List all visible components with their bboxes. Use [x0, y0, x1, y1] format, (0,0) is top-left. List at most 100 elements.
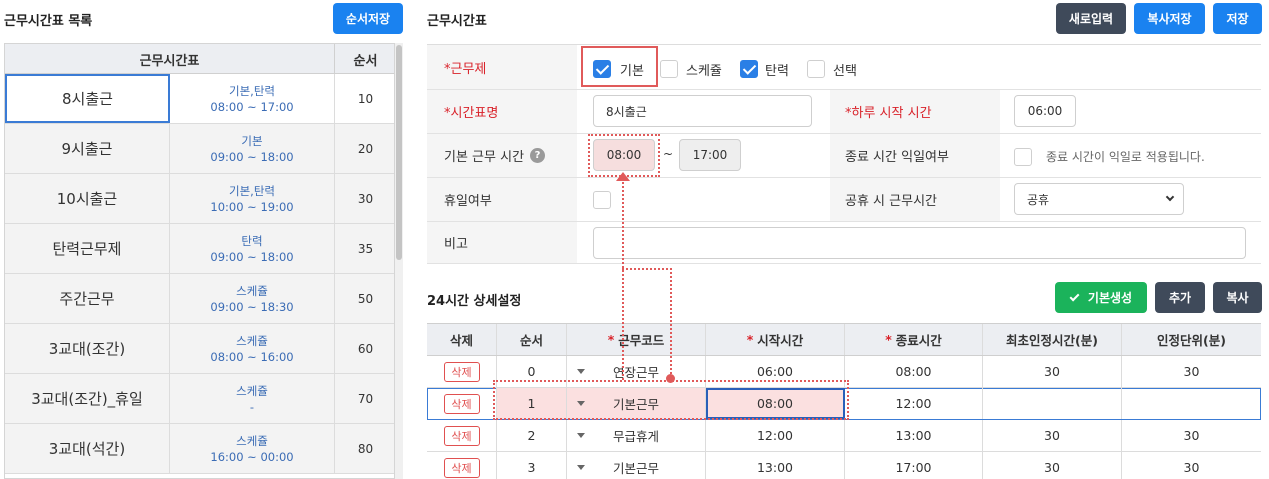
delete-row-button[interactable]: 삭제 [443, 393, 480, 414]
end-next-day-checkbox[interactable] [1014, 148, 1032, 166]
base-time-label: 기본 근무 시간 ? [427, 134, 577, 177]
cell-order[interactable]: 1 [497, 388, 567, 419]
schedule-name[interactable]: 3교대(석간) [5, 424, 170, 473]
list-scrollbar[interactable] [395, 43, 403, 479]
cell-work-code[interactable]: 무급휴게 [567, 420, 706, 451]
day-start-input[interactable]: 06:00 [1014, 95, 1076, 127]
schedule-order: 50 [357, 291, 374, 306]
cell-start-time[interactable]: 08:00 [706, 388, 845, 419]
copy-save-button[interactable]: 복사저장 [1134, 3, 1205, 34]
schedule-order: 30 [357, 191, 374, 206]
form-row-work-system: *근무제 기본 스케쥴 탄력 선택 [427, 45, 1261, 90]
cell-first-time[interactable]: 30 [983, 452, 1122, 479]
cell-start-time[interactable]: 13:00 [706, 452, 845, 479]
cell-first-time[interactable] [983, 388, 1122, 419]
cell-end-time[interactable]: 08:00 [845, 356, 983, 387]
holiday-checkbox[interactable] [593, 191, 611, 209]
detail-grid: 삭제 순서 * 근무코드 * 시작시간 * 종료시간 최초인정시간(분) 인정단위(분… [427, 323, 1261, 479]
cell-unit[interactable] [1122, 388, 1261, 419]
base-time-label-text: 기본 근무 시간 [444, 150, 525, 165]
cell-work-code[interactable]: 연장근무 [567, 356, 706, 387]
dropdown-caret-icon[interactable] [577, 433, 585, 438]
table-row[interactable]: 삭제 0 연장근무 06:00 08:00 30 30 [427, 356, 1261, 388]
schedule-name[interactable]: 3교대(조간) [5, 324, 170, 373]
table-row[interactable]: 삭제 1 기본근무 08:00 12:00 [427, 388, 1261, 420]
list-header: 근무시간표 순서 [5, 44, 394, 74]
cell-work-code[interactable]: 기본근무 [567, 388, 706, 419]
schedule-order: 70 [357, 391, 374, 406]
table-row[interactable]: 삭제 2 무급휴게 12:00 13:00 30 30 [427, 420, 1261, 452]
checkbox-schedule-label: 스케쥴 [686, 64, 722, 79]
schedule-name-input[interactable]: 8시출근 [593, 95, 812, 127]
save-order-button[interactable]: 순서저장 [333, 3, 403, 34]
checkbox-flex[interactable] [740, 60, 758, 78]
schedule-name[interactable]: 주간근무 [5, 274, 170, 323]
detail-title: 24시간 상세설정 [427, 294, 522, 309]
cell-end-time[interactable]: 12:00 [845, 388, 983, 419]
cell-unit[interactable]: 30 [1122, 420, 1261, 451]
dropdown-caret-icon[interactable] [577, 401, 585, 406]
header-delete: 삭제 [427, 324, 497, 355]
schedule-name[interactable]: 8시출근 [5, 74, 170, 123]
schedule-type: 스케쥴 [236, 433, 268, 448]
schedule-list-row[interactable]: 주간근무 스케쥴 09:00 ~ 18:30 50 [5, 274, 394, 324]
schedule-name-label-text: *시간표명 [444, 106, 499, 121]
chevron-down-icon [1165, 192, 1175, 202]
base-end-input[interactable]: 17:00 [679, 139, 741, 171]
cell-first-time[interactable]: 30 [983, 356, 1122, 387]
schedule-order: 80 [357, 441, 374, 456]
schedule-list-row[interactable]: 9시출근 기본 09:00 ~ 18:00 20 [5, 124, 394, 174]
delete-row-button[interactable]: 삭제 [443, 361, 480, 382]
checkbox-schedule[interactable] [660, 60, 678, 78]
add-row-button[interactable]: 추가 [1155, 282, 1205, 313]
schedule-name[interactable]: 탄력근무제 [5, 224, 170, 273]
cell-order[interactable]: 0 [497, 356, 567, 387]
note-input[interactable] [593, 227, 1246, 259]
schedule-info: 기본 09:00 ~ 18:00 [170, 124, 335, 173]
schedule-time: 08:00 ~ 17:00 [210, 99, 294, 114]
cell-end-time[interactable]: 17:00 [845, 452, 983, 479]
cell-end-time[interactable]: 13:00 [845, 420, 983, 451]
cell-start-time[interactable]: 12:00 [706, 420, 845, 451]
connector-line-vertical-2 [670, 268, 672, 378]
scrollbar-thumb[interactable] [396, 45, 402, 260]
generate-default-label: 기본생성 [1087, 291, 1133, 305]
cell-work-code[interactable]: 기본근무 [567, 452, 706, 479]
checkbox-select[interactable] [807, 60, 825, 78]
checkbox-basic[interactable] [593, 60, 611, 78]
schedule-name[interactable]: 9시출근 [5, 124, 170, 173]
schedule-list-row[interactable]: 3교대(조간)_휴일 스케쥴 - 70 [5, 374, 394, 424]
day-start-label: *하루 시작 시간 [830, 90, 1000, 133]
new-input-button[interactable]: 새로입력 [1056, 3, 1126, 34]
header-start-time: * 시작시간 [706, 324, 845, 355]
schedule-name[interactable]: 10시출근 [5, 174, 170, 223]
delete-row-button[interactable]: 삭제 [443, 425, 480, 446]
cell-unit[interactable]: 30 [1122, 452, 1261, 479]
form-row-holiday: 휴일여부 공휴 시 근무시간 공휴 [427, 178, 1261, 222]
schedule-list-row[interactable]: 3교대(조간) 스케쥴 08:00 ~ 16:00 60 [5, 324, 394, 374]
schedule-list-row[interactable]: 탄력근무제 탄력 09:00 ~ 18:00 35 [5, 224, 394, 274]
cell-first-time[interactable]: 30 [983, 420, 1122, 451]
save-button[interactable]: 저장 [1213, 3, 1262, 34]
table-row[interactable]: 삭제 3 기본근무 13:00 17:00 30 30 [427, 452, 1261, 479]
schedule-info: 스케쥴 16:00 ~ 00:00 [170, 424, 335, 473]
cell-order[interactable]: 2 [497, 420, 567, 451]
checkbox-basic-label: 기본 [620, 64, 644, 79]
delete-row-button[interactable]: 삭제 [443, 457, 480, 478]
copy-row-button[interactable]: 복사 [1213, 282, 1262, 313]
cell-start-time[interactable]: 06:00 [706, 356, 845, 387]
schedule-list-row[interactable]: 10시출근 기본,탄력 10:00 ~ 19:00 30 [5, 174, 394, 224]
schedule-type: 기본,탄력 [229, 83, 275, 98]
help-icon[interactable]: ? [530, 148, 546, 163]
cell-unit[interactable]: 30 [1122, 356, 1261, 387]
schedule-list-row[interactable]: 3교대(석간) 스케쥴 16:00 ~ 00:00 80 [5, 424, 394, 474]
schedule-info: 스케쥴 - [170, 374, 335, 423]
schedule-name[interactable]: 3교대(조간)_휴일 [5, 374, 170, 423]
public-holiday-select[interactable]: 공휴 [1014, 183, 1184, 215]
dropdown-caret-icon[interactable] [577, 465, 585, 470]
dropdown-caret-icon[interactable] [577, 369, 585, 374]
work-code-value: 기본근무 [612, 461, 659, 476]
cell-order[interactable]: 3 [497, 452, 567, 479]
schedule-list-row[interactable]: 8시출근 기본,탄력 08:00 ~ 17:00 10 [5, 74, 394, 124]
generate-default-button[interactable]: 기본생성 [1055, 282, 1147, 313]
